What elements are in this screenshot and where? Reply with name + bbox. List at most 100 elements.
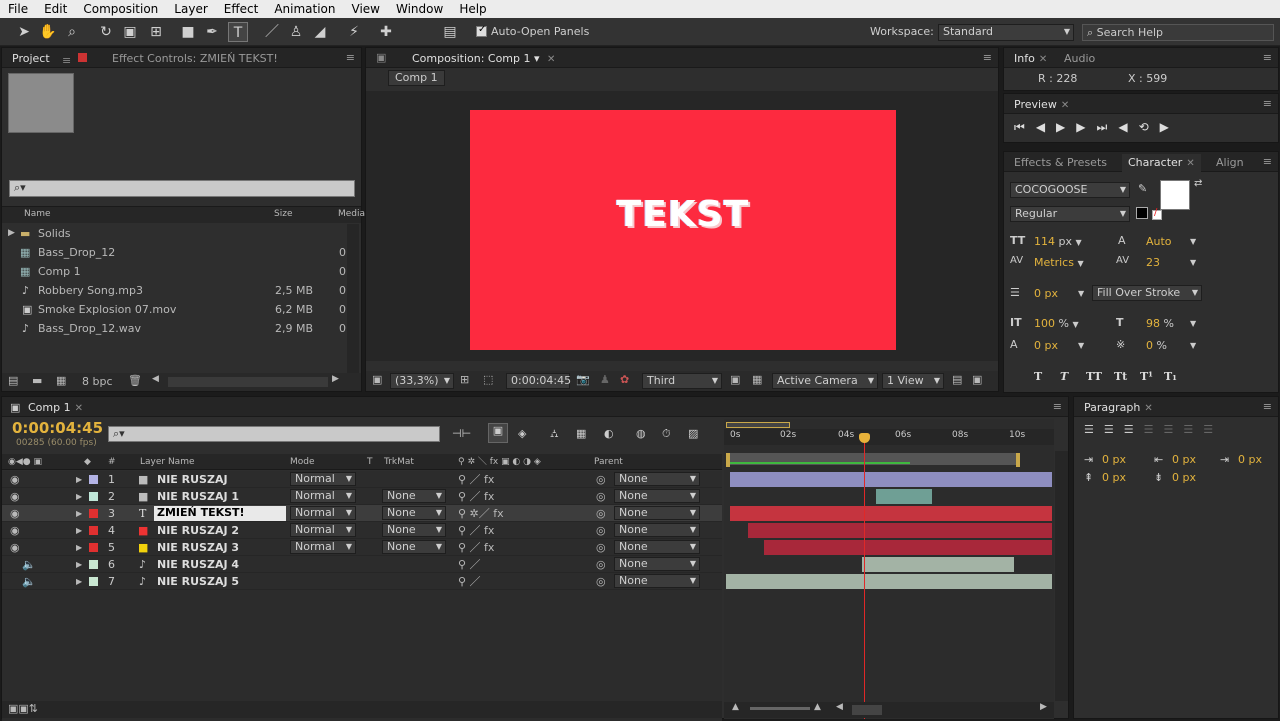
col-layer-name[interactable]: Layer Name xyxy=(140,454,195,470)
rectangle-tool-icon[interactable]: ■ xyxy=(178,22,198,42)
tracking-dropdown-icon[interactable]: ▼ xyxy=(1190,258,1196,267)
pickwhip-icon[interactable]: ◎ xyxy=(596,488,606,505)
menu-file[interactable]: File xyxy=(0,2,36,16)
hide-shy-layers-icon[interactable]: ⛼ xyxy=(550,427,559,442)
channel-icon[interactable]: ✿ xyxy=(620,373,629,386)
parent-select[interactable]: None ▼ xyxy=(614,489,700,503)
parent-select[interactable]: None ▼ xyxy=(614,540,700,554)
list-item[interactable]: ♪ Robbery Song.mp3 2,5 MB 0 xyxy=(2,281,346,300)
parent-select[interactable]: None ▼ xyxy=(614,506,700,520)
flowchart-icon[interactable]: ▣ xyxy=(972,373,982,386)
col-media[interactable]: Media xyxy=(338,209,365,219)
layer-name[interactable]: NIE RUSZAJ 5 xyxy=(157,573,239,590)
audio-icon[interactable]: ◀ xyxy=(1118,120,1138,134)
parent-select[interactable]: None ▼ xyxy=(614,472,700,486)
new-folder-icon[interactable]: ▬ xyxy=(32,374,42,387)
space-after-value[interactable]: 0 px xyxy=(1172,471,1196,484)
layer-name-editing[interactable]: ZMIEŃ TEKST! xyxy=(154,506,286,521)
tab-composition[interactable]: Composition: Comp 1 ▾ ✕ xyxy=(406,50,561,68)
mode-select[interactable]: Normal ▼ xyxy=(290,540,356,554)
current-time-display[interactable]: 0:00:04:45 xyxy=(506,373,571,389)
show-snapshot-icon[interactable]: ♟ xyxy=(600,373,610,386)
region-of-interest-icon[interactable]: ⬚ xyxy=(483,373,493,386)
comp-subtab[interactable]: Comp 1 xyxy=(388,70,445,86)
tab-info[interactable]: Info ✕ xyxy=(1008,50,1053,68)
disclosure-triangle-icon[interactable]: ▶ xyxy=(76,505,82,522)
superscript-button[interactable]: T¹ xyxy=(1140,370,1153,383)
layer-bar-5[interactable] xyxy=(764,540,1052,555)
canvas-text[interactable]: TEKST xyxy=(470,194,896,235)
trkmat-select[interactable]: None ▼ xyxy=(382,489,446,503)
menu-effect[interactable]: Effect xyxy=(216,2,267,16)
menu-window[interactable]: Window xyxy=(388,2,451,16)
time-ruler[interactable]: 0s 02s 04s 06s 08s 10s xyxy=(724,429,1054,445)
panel-menu-icon[interactable]: ≡ xyxy=(1263,155,1272,168)
mode-select[interactable]: Normal ▼ xyxy=(290,506,356,520)
menu-view[interactable]: View xyxy=(344,2,388,16)
comp-viewer[interactable]: TEKST xyxy=(366,91,998,361)
label-color-swatch[interactable] xyxy=(89,509,98,518)
eye-icon[interactable]: ◉ xyxy=(10,471,20,488)
pan-behind-tool-icon[interactable]: ⊞ xyxy=(146,22,166,42)
label-color-swatch[interactable] xyxy=(89,475,98,484)
indent-right-value[interactable]: 0 px xyxy=(1172,453,1196,466)
panel-menu-icon[interactable]: ≡ xyxy=(983,51,992,64)
pickwhip-icon[interactable]: ◎ xyxy=(596,471,606,488)
layer-switches-icon[interactable]: ⚲ ／ xyxy=(458,573,481,590)
tab-effects-presets[interactable]: Effects & Presets xyxy=(1008,154,1113,172)
zoom-slider[interactable] xyxy=(750,707,810,710)
font-size-value[interactable]: 114 px ▼ xyxy=(1034,235,1082,248)
list-item[interactable]: ▣ Smoke Explosion 07.mov 6,2 MB 0 xyxy=(2,300,346,319)
all-caps-button[interactable]: TT xyxy=(1086,370,1102,383)
fast-previews-icon[interactable]: ▣ xyxy=(730,373,740,386)
speaker-icon[interactable]: 🔈 xyxy=(22,556,36,573)
tab-timeline-comp1[interactable]: Comp 1 ✕ xyxy=(22,399,89,417)
table-row[interactable]: 🔈 ▶ 7 ♪ NIE RUSZAJ 5 ⚲ ／ ◎ None ▼ xyxy=(2,573,722,590)
tab-character[interactable]: Character ✕ xyxy=(1122,154,1201,172)
project-scrollbar[interactable] xyxy=(347,224,359,374)
scroll-right-icon[interactable]: ▶ xyxy=(332,374,339,384)
layer-bar-2[interactable] xyxy=(876,489,932,504)
panel-menu-icon[interactable]: ≡ xyxy=(1263,97,1272,110)
align-center-icon[interactable]: ☰ xyxy=(1104,423,1124,436)
indent-left-value[interactable]: 0 px xyxy=(1102,453,1126,466)
space-before-value[interactable]: 0 px xyxy=(1102,471,1126,484)
layer-bar-1[interactable] xyxy=(730,472,1052,487)
small-caps-button[interactable]: Tt xyxy=(1114,370,1127,383)
always-preview-icon[interactable]: ▣ xyxy=(372,373,382,386)
layer-name[interactable]: NIE RUSZAJ 2 xyxy=(157,522,239,539)
layer-bar-7[interactable] xyxy=(726,574,1052,589)
mode-select[interactable]: Normal ▼ xyxy=(290,472,356,486)
baseline-shift-value[interactable]: 0 px xyxy=(1034,339,1058,352)
current-time-indicator[interactable] xyxy=(864,435,865,719)
tsume-dropdown-icon[interactable]: ▼ xyxy=(1190,341,1196,350)
label-color-swatch[interactable] xyxy=(89,577,98,586)
col-t[interactable]: T xyxy=(367,454,373,470)
zoom-in-icon[interactable]: ▲ xyxy=(814,702,821,712)
mode-select[interactable]: Normal ▼ xyxy=(290,523,356,537)
table-row[interactable]: ◉ ▶ 4 ■ NIE RUSZAJ 2 Normal ▼ None ▼ ⚲ ／ f… xyxy=(2,522,722,539)
align-right-icon[interactable]: ☰ xyxy=(1124,423,1144,436)
col-name[interactable]: Name xyxy=(24,209,51,219)
font-style-select[interactable]: Regular ▼ xyxy=(1010,206,1130,222)
justify-all-icon[interactable]: ☰ xyxy=(1203,423,1223,436)
tab-effect-controls[interactable]: Effect Controls: ZMIEŃ TEKST! xyxy=(106,50,284,68)
motion-blur-icon[interactable]: ◐ xyxy=(604,427,614,440)
search-help-input[interactable]: ⌕ Search Help xyxy=(1082,24,1274,41)
swap-colors-icon[interactable]: ⇄ xyxy=(1194,178,1202,189)
list-item[interactable]: ▶ ▬ Solids xyxy=(2,224,345,243)
layer-switches-toggle-icon[interactable]: ▣▣⇅ xyxy=(8,702,38,715)
layer-bar-3[interactable] xyxy=(730,506,1052,521)
parent-select[interactable]: None ▼ xyxy=(614,523,700,537)
live-update-icon[interactable]: ▣ xyxy=(488,423,508,443)
trash-icon[interactable]: 🗑 xyxy=(128,374,142,387)
eye-icon[interactable]: ◉ xyxy=(10,505,20,522)
pickwhip-icon[interactable]: ◎ xyxy=(596,522,606,539)
eye-icon[interactable]: ◉ xyxy=(10,522,20,539)
work-area-end-handle[interactable] xyxy=(1016,453,1020,467)
draft-3d-icon[interactable]: ◈ xyxy=(518,427,526,440)
selection-tool-icon[interactable]: ➤ xyxy=(14,22,34,42)
workspace-select[interactable]: Standard ▼ xyxy=(938,24,1074,41)
justify-last-left-icon[interactable]: ☰ xyxy=(1144,423,1164,436)
frame-blending-icon[interactable]: ▦ xyxy=(576,427,586,440)
